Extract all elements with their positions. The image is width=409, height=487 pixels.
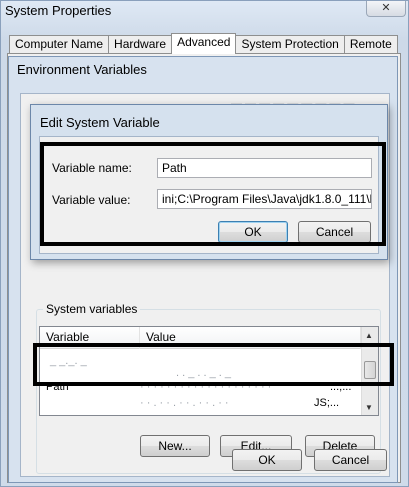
system-properties-titlebar[interactable]: System Properties ✕ [1,1,408,29]
row-value: JS;... [314,397,340,409]
edit-system-variable-title: Edit System Variable [40,115,160,130]
table-row[interactable]: JS;... · · . · · . · · . · · . · · [40,395,358,413]
tab-computer-name[interactable]: Computer Name [9,35,110,54]
tab-remote[interactable]: Remote [343,35,398,54]
cancel-button[interactable]: Cancel [314,449,387,471]
path-row-highlight [33,343,394,386]
system-variables-label: System variables [43,302,141,316]
close-icon[interactable]: ✕ [366,1,406,17]
edit-fields-highlight [40,142,386,246]
scroll-down-icon[interactable]: ▼ [365,403,373,412]
new-button[interactable]: New... [140,435,210,457]
scroll-up-icon[interactable]: ▲ [365,331,373,340]
tab-system-protection[interactable]: System Protection [235,35,345,54]
obscured-text: · · . · · . · · . · · . · · [140,397,229,409]
tab-advanced[interactable]: Advanced [171,33,237,54]
environment-variables-title: Environment Variables [17,62,147,77]
ok-button[interactable]: OK [232,449,302,471]
tab-hardware[interactable]: Hardware [108,35,173,54]
tab-strip: Computer Name Hardware Advanced System P… [9,33,398,54]
system-properties-title: System Properties [5,3,112,18]
